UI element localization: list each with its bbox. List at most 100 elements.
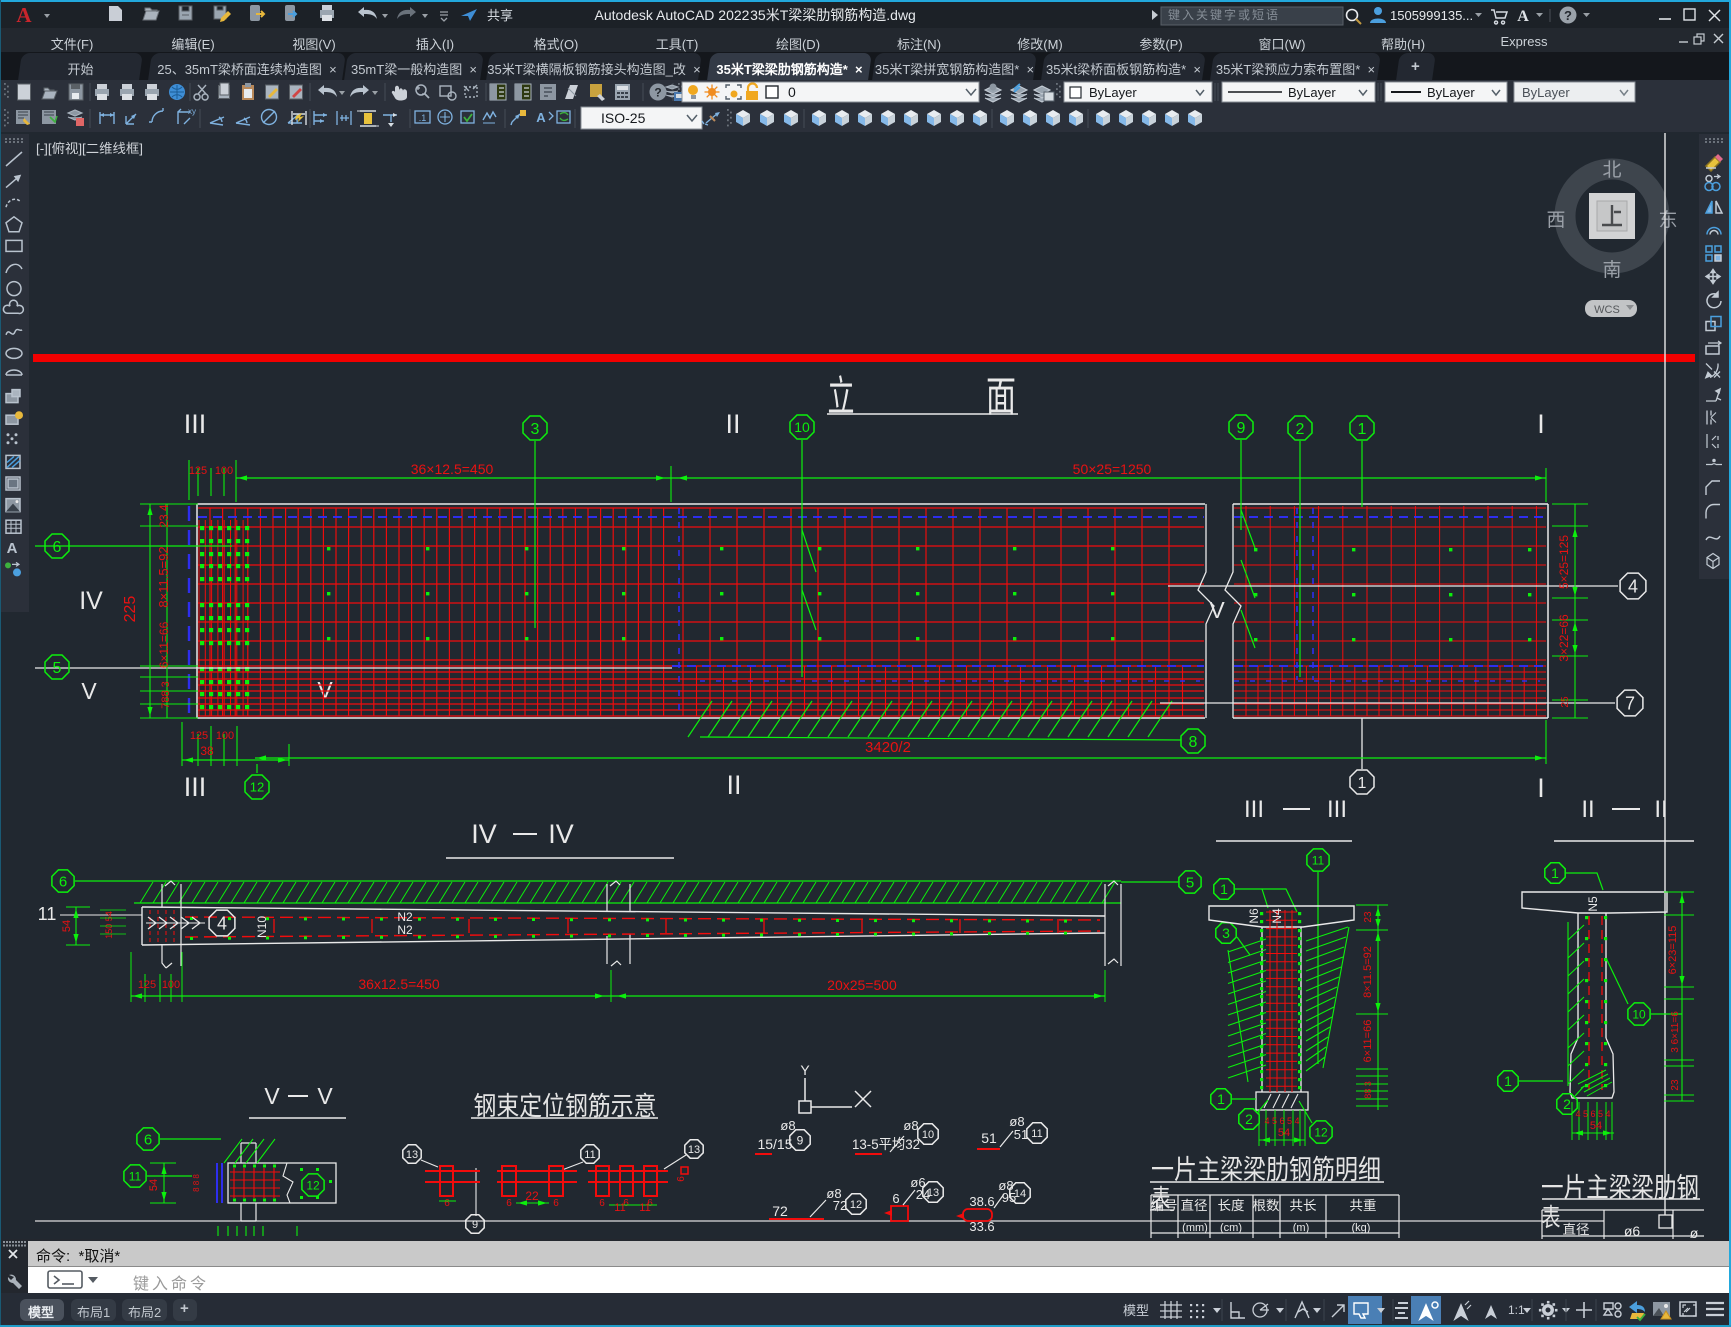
svg-text:(m): (m) — [1293, 1222, 1310, 1234]
svg-text:直径: 直径 — [1181, 1198, 1208, 1213]
svg-text:100: 100 — [162, 979, 180, 991]
svg-text:6: 6 — [553, 1198, 559, 1209]
svg-text:直径: 直径 — [1563, 1222, 1590, 1237]
svg-text:54: 54 — [61, 920, 73, 932]
svg-text:4: 4 — [217, 913, 227, 933]
svg-text:225: 225 — [122, 596, 139, 623]
svg-text:6: 6 — [59, 873, 67, 890]
svg-text:38.6: 38.6 — [969, 1194, 994, 1209]
svg-text:V: V — [81, 678, 97, 704]
svg-text:6×11=66: 6×11=66 — [157, 621, 171, 668]
svg-text:I: I — [1537, 409, 1545, 439]
svg-text:54: 54 — [148, 1179, 160, 1191]
svg-text:13: 13 — [927, 1187, 939, 1199]
svg-text:4 5 6 5 4: 4 5 6 5 4 — [1264, 1116, 1299, 1126]
svg-text:6: 6 — [676, 1176, 687, 1182]
svg-text:1: 1 — [1551, 865, 1559, 881]
svg-text:150 54: 150 54 — [104, 911, 114, 939]
svg-text:8×11.5=92: 8×11.5=92 — [156, 546, 171, 607]
svg-text:54: 54 — [1590, 1120, 1602, 1132]
svg-text:V: V — [317, 1083, 333, 1109]
svg-text:IV: IV — [79, 587, 103, 615]
svg-text:钢束定位钢筋示意: 钢束定位钢筋示意 — [474, 1091, 657, 1121]
svg-text:3: 3 — [1222, 925, 1230, 941]
svg-text:5×25=125: 5×25=125 — [1557, 535, 1571, 589]
svg-text:5: 5 — [53, 660, 62, 677]
svg-text:南: 南 — [1602, 259, 1621, 281]
svg-text:N2: N2 — [397, 923, 413, 937]
svg-text:N4: N4 — [1270, 908, 1284, 924]
svg-text:23: 23 — [1363, 911, 1374, 923]
svg-text:7: 7 — [1625, 693, 1635, 713]
svg-text:IV: IV — [548, 819, 574, 849]
svg-text:6: 6 — [599, 1198, 605, 1209]
svg-text:共长: 共长 — [1290, 1198, 1317, 1213]
svg-text:23 4: 23 4 — [157, 504, 171, 528]
svg-text:ø8: ø8 — [903, 1118, 918, 1133]
svg-text:2: 2 — [1563, 1096, 1571, 1112]
svg-text:WCS: WCS — [1594, 304, 1620, 316]
svg-text:88 3: 88 3 — [1363, 1081, 1373, 1099]
svg-text:9: 9 — [797, 1133, 804, 1147]
svg-text:III: III — [1327, 796, 1347, 823]
svg-text:2: 2 — [1296, 421, 1305, 438]
svg-text:4: 4 — [1628, 576, 1638, 596]
svg-text:8×11.5=92: 8×11.5=92 — [1362, 946, 1374, 998]
svg-text:3420/2: 3420/2 — [865, 739, 911, 756]
svg-text:N5: N5 — [1586, 896, 1600, 912]
svg-text:(kg): (kg) — [1352, 1222, 1371, 1234]
svg-text:11: 11 — [1312, 853, 1325, 867]
svg-text:125: 125 — [138, 979, 156, 991]
svg-text:38: 38 — [200, 744, 214, 758]
svg-text:[-][俯视][二维线框]: [-][俯视][二维线框] — [36, 141, 143, 156]
svg-text:13: 13 — [688, 1144, 700, 1156]
svg-text:36×12.5=450: 36×12.5=450 — [411, 461, 494, 477]
svg-text:面: 面 — [986, 373, 1016, 420]
svg-text:3: 3 — [531, 421, 540, 438]
svg-text:10: 10 — [794, 419, 810, 435]
svg-text:1:1: 1:1 — [1508, 1303, 1525, 1317]
svg-text:12: 12 — [306, 1178, 320, 1192]
svg-text:50×25=1250: 50×25=1250 — [1073, 461, 1152, 477]
svg-text:10: 10 — [922, 1129, 934, 1141]
svg-text:15/15: 15/15 — [757, 1136, 792, 1152]
svg-text:一片主梁梁肋钢筋明细: 一片主梁梁肋钢筋明细 — [1151, 1155, 1381, 1185]
svg-text:东: 东 — [1658, 209, 1677, 231]
svg-text:11: 11 — [614, 1202, 625, 1214]
svg-text:(mm): (mm) — [1182, 1222, 1208, 1234]
svg-text:III: III — [184, 772, 207, 802]
svg-text:模型: 模型 — [1123, 1303, 1149, 1318]
svg-text:8 8 8: 8 8 8 — [192, 1174, 201, 1192]
svg-text:5: 5 — [1186, 874, 1194, 891]
svg-text:6: 6 — [144, 1131, 152, 1148]
svg-text:36x12.5=450: 36x12.5=450 — [358, 976, 440, 992]
svg-text:20x25=500: 20x25=500 — [827, 977, 897, 993]
svg-text:9: 9 — [1237, 420, 1246, 437]
svg-text:1: 1 — [1217, 1091, 1225, 1107]
svg-text:共重: 共重 — [1350, 1198, 1377, 1213]
svg-text:西: 西 — [1546, 210, 1565, 231]
svg-text:2: 2 — [1245, 1111, 1253, 1127]
svg-text:表: 表 — [1542, 1204, 1561, 1232]
svg-text:25: 25 — [1560, 696, 1571, 708]
svg-text:6×23=115: 6×23=115 — [1667, 926, 1679, 975]
svg-text:3×22=66: 3×22=66 — [1557, 614, 1571, 662]
svg-text:北: 北 — [1602, 159, 1621, 181]
svg-text:54: 54 — [1278, 1127, 1290, 1139]
svg-text:II: II — [726, 770, 741, 800]
svg-text:Y: Y — [800, 1062, 810, 1078]
svg-text:13-5平均32: 13-5平均32 — [852, 1136, 920, 1152]
svg-text:V: V — [264, 1083, 280, 1109]
svg-text:11: 11 — [639, 1202, 650, 1214]
svg-text:23: 23 — [1670, 1079, 1681, 1091]
svg-text:1: 1 — [1504, 1073, 1512, 1089]
svg-text:立: 立 — [828, 373, 855, 420]
svg-text:6: 6 — [444, 1198, 450, 1209]
svg-text:11: 11 — [129, 1169, 142, 1183]
svg-text:N6: N6 — [1247, 908, 1261, 924]
svg-text:33.6: 33.6 — [969, 1219, 994, 1234]
svg-text:N10: N10 — [255, 916, 269, 938]
svg-text:125: 125 — [189, 465, 207, 477]
svg-text:6×11=66: 6×11=66 — [1362, 1020, 1374, 1063]
svg-text:100: 100 — [215, 465, 233, 477]
